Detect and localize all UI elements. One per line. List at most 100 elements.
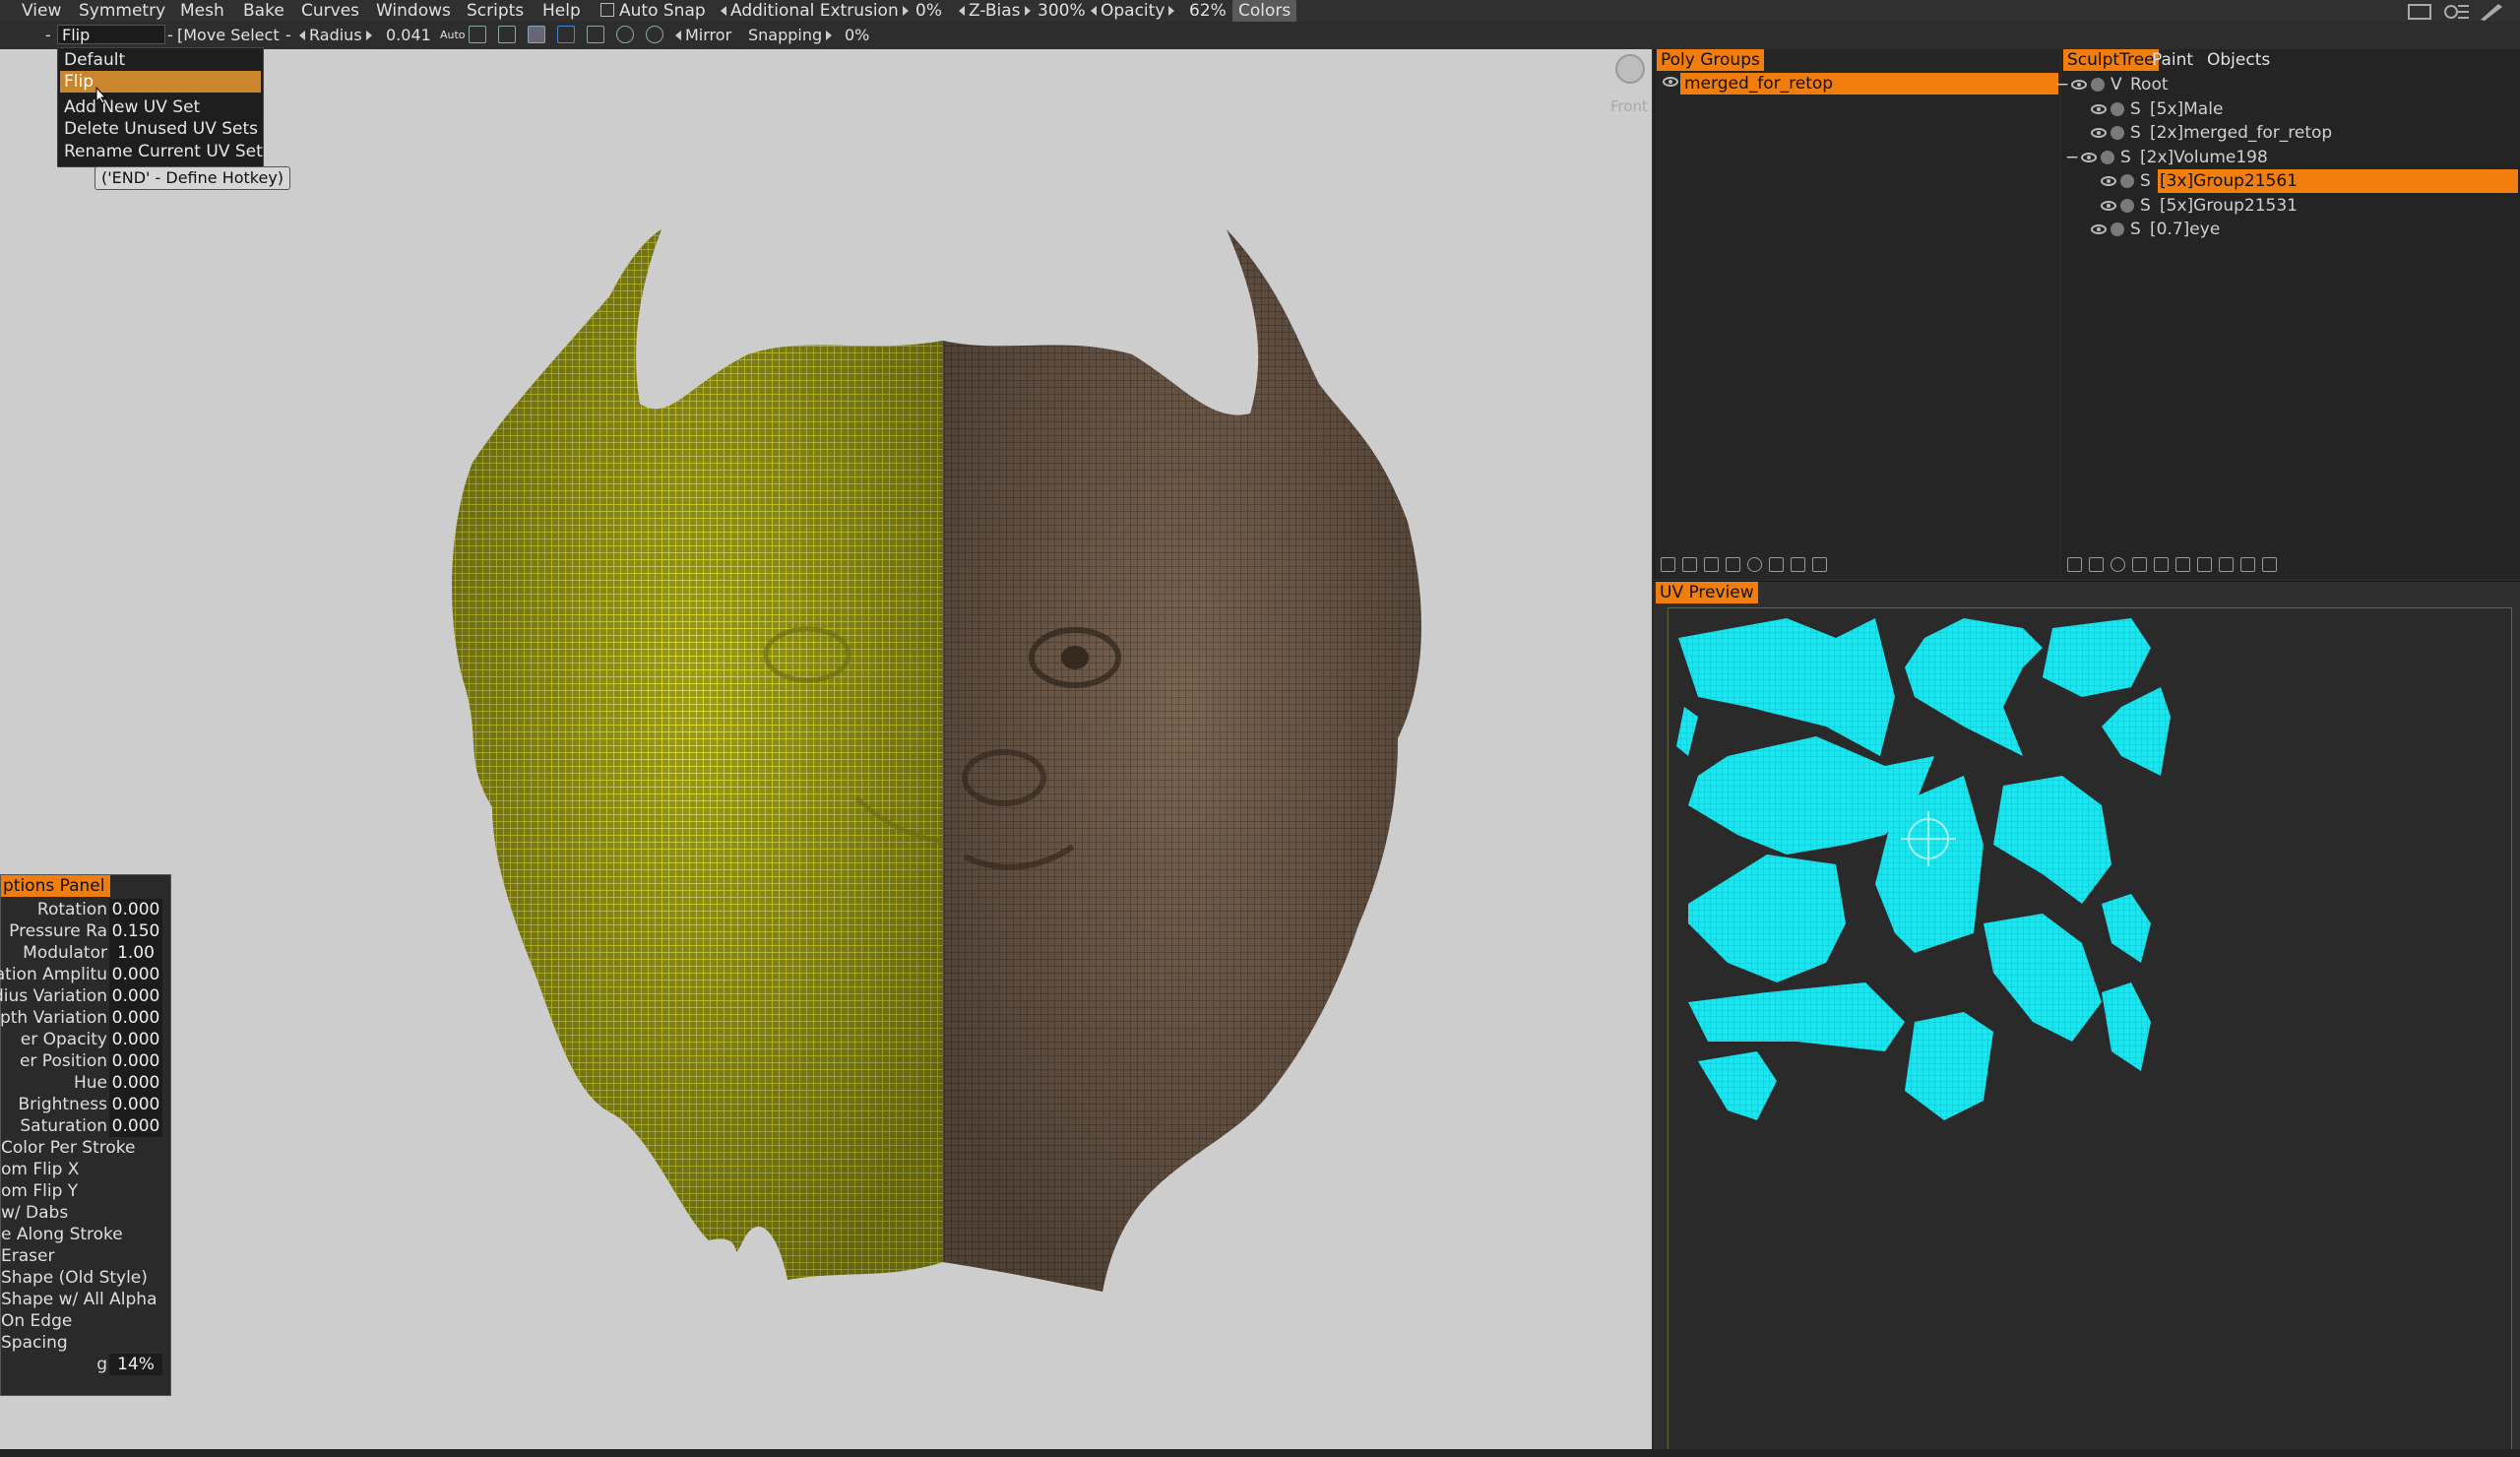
visibility-eye-icon[interactable] [1663,77,1678,87]
delete-unused-uv-sets-item[interactable]: Delete Unused UV Sets [64,118,258,140]
option-row[interactable]: w/ Dabs [1,1202,170,1224]
option-value[interactable]: 0.000 [109,985,162,1007]
option-row[interactable]: Spacing [1,1332,170,1354]
option-value[interactable]: 0.000 [109,899,162,920]
visibility-eye-icon[interactable] [2081,152,2097,162]
snapping-slider[interactable]: Snapping [748,25,833,46]
colors-button[interactable]: Colors [1232,0,1297,22]
visibility-eye-icon[interactable] [2091,224,2107,234]
option-row[interactable]: pth Variation 0.000 [0,1007,170,1029]
tab-poly-groups[interactable]: Poly Groups [1657,49,1764,71]
3d-viewport[interactable]: Front [0,49,1652,1449]
ghost-toggle-icon[interactable] [2091,78,2105,92]
menu-symmetry[interactable]: Symmetry [79,0,165,22]
option-row[interactable]: er Position 0.000 [1,1050,170,1072]
trash-icon[interactable] [1812,557,1827,572]
tool-settings-icon[interactable] [2443,3,2471,21]
collapse-icon[interactable]: − [2055,73,2069,96]
trash-icon[interactable] [2240,557,2255,572]
option-row[interactable]: Eraser [1,1245,170,1267]
option-row[interactable]: Color Per Stroke [1,1137,170,1159]
option-value[interactable]: 0.000 [109,1029,162,1050]
poly-group-item[interactable]: merged_for_retop [1680,73,2058,95]
radius-slider[interactable]: Radius [299,25,372,46]
sphere-icon[interactable] [616,26,634,43]
add-volume-icon[interactable] [2067,557,2082,572]
menu-mesh[interactable]: Mesh [180,0,224,22]
merge-icon[interactable] [1726,557,1740,572]
option-row[interactable]: Shape w/ All Alpha [1,1289,170,1310]
visibility-eye-icon[interactable] [2091,128,2107,138]
radius-value[interactable]: 0.041 [386,25,431,46]
opacity-value[interactable]: 62% [1189,0,1227,22]
option-row[interactable]: Hue 0.000 [1,1072,170,1094]
tree-item[interactable]: [2x]Volume198 [2138,146,2268,169]
option-value[interactable]: 0.000 [109,1050,162,1072]
option-row[interactable]: Pressure Ra 0.150 [1,920,170,942]
export-icon[interactable] [1791,557,1805,572]
menu-windows[interactable]: Windows [376,0,451,22]
sphere-icon[interactable] [2110,557,2125,572]
option-value[interactable]: 14% [109,1354,162,1375]
add-group-icon[interactable] [1661,557,1675,572]
tree-item[interactable]: [0.7]eye [2148,218,2220,241]
tree-item[interactable]: [5x]Male [2148,97,2223,121]
option-value[interactable]: 0.000 [109,1007,162,1029]
merge-icon[interactable] [2132,557,2147,572]
ghost-toggle-icon[interactable] [2120,174,2134,188]
visibility-eye-icon[interactable] [2071,80,2087,90]
layers-icon[interactable] [2197,557,2212,572]
option-row[interactable]: e Along Stroke [1,1224,170,1245]
option-row[interactable]: g 14% [1,1354,170,1375]
option-row[interactable]: Rotation 0.000 [1,899,170,920]
export-icon[interactable] [2219,557,2234,572]
option-value[interactable]: 1.00 [109,942,162,964]
uv-set-item-default[interactable]: Default [64,49,257,71]
tab-paint[interactable]: Paint [2152,49,2193,71]
move-select-dropdown-icon[interactable]: - [285,25,291,46]
option-row[interactable]: On Edge [1,1310,170,1332]
menu-help[interactable]: Help [542,0,581,22]
auto-snap-checkbox[interactable]: Auto Snap [600,0,706,22]
tree-item[interactable]: [2x]merged_for_retop [2148,121,2332,145]
option-value[interactable]: 0.000 [109,1072,162,1094]
duplicate-icon[interactable] [2089,557,2104,572]
tree-item[interactable]: Root [2128,73,2169,96]
option-row[interactable]: Shape (Old Style) [1,1267,170,1289]
additional-extrusion-value[interactable]: 0% [915,0,942,22]
tab-uv-preview[interactable]: UV Preview [1656,582,1758,603]
grid-icon[interactable] [498,26,516,43]
move-select-button[interactable]: [Move Select [177,25,280,46]
additional-extrusion-slider[interactable]: Additional Extrusion [721,0,909,22]
option-row[interactable]: om Flip Y [1,1180,170,1202]
grid-icon[interactable] [1704,557,1719,572]
menu-view[interactable]: View [22,0,61,22]
uv-set-combo[interactable]: Flip [57,25,165,44]
list-icon[interactable] [1769,557,1784,572]
option-row[interactable]: er Opacity 0.000 [1,1029,170,1050]
option-value[interactable]: 0.000 [109,964,162,985]
menu-bake[interactable]: Bake [243,0,284,22]
ghost-toggle-icon[interactable] [2120,198,2134,213]
snapping-value[interactable]: 0% [845,25,869,46]
transform-icon[interactable] [557,26,575,43]
brush-icon[interactable] [2477,2,2506,22]
option-row[interactable]: ation Amplitu 0.000 [0,964,170,985]
tab-objects[interactable]: Objects [2207,49,2270,71]
rename-current-uv-set-item[interactable]: Rename Current UV Set [64,141,263,162]
ghost-toggle-icon[interactable] [2110,101,2124,116]
collapse-icon[interactable]: − [2065,146,2079,169]
uv-set-item-flip[interactable]: Flip [60,71,261,93]
tree-item[interactable]: [3x]Group21561 [2158,169,2518,193]
menu-curves[interactable]: Curves [301,0,359,22]
option-value[interactable]: 0.000 [109,1094,162,1115]
faces-icon[interactable] [528,26,545,43]
uv-preview-canvas[interactable] [1668,607,2512,1450]
option-value[interactable]: 0.000 [109,1115,162,1137]
points-icon[interactable] [469,26,486,43]
option-row[interactable]: Modulator 1.00 [1,942,170,964]
duplicate-icon[interactable] [1682,557,1697,572]
move-icon[interactable] [2262,557,2277,572]
visibility-eye-icon[interactable] [2101,176,2116,186]
menu-scripts[interactable]: Scripts [467,0,524,22]
